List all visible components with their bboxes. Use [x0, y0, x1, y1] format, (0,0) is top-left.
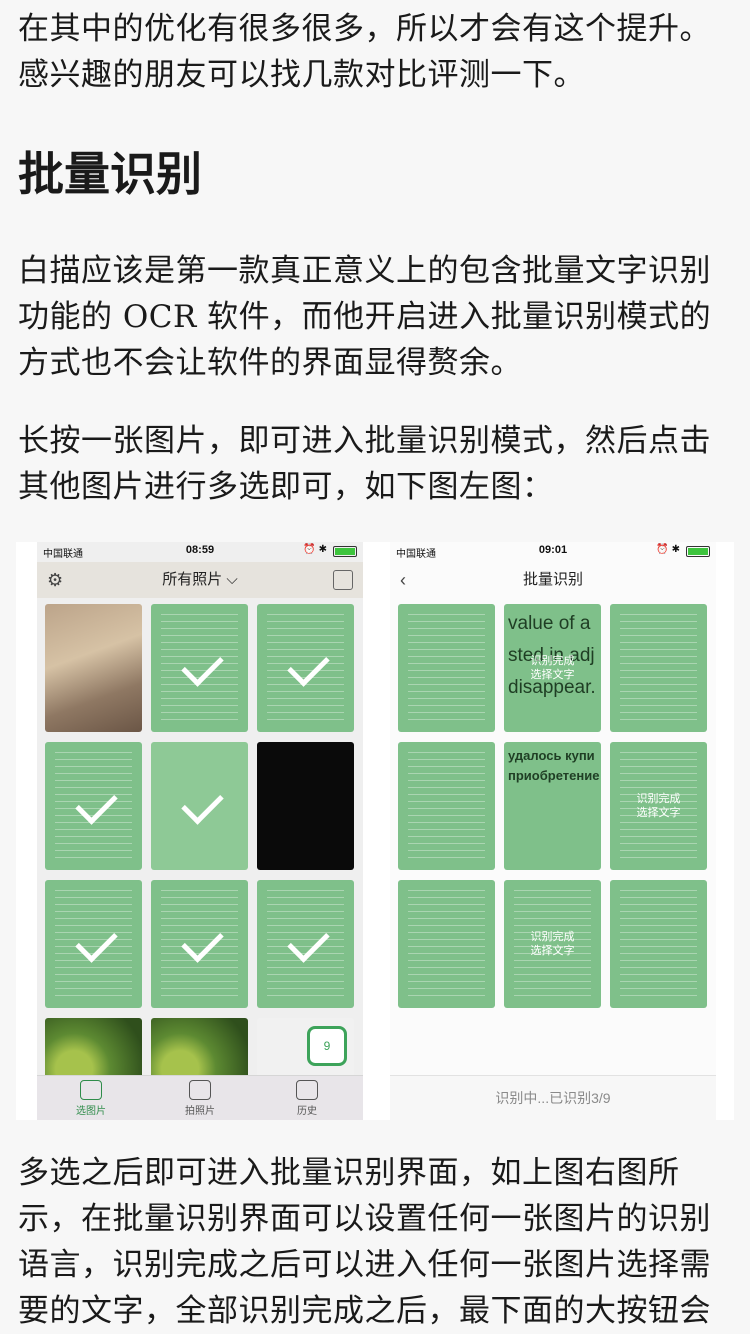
- article-paragraph-2: 白描应该是第一款真正意义上的包含批量文字识别功能的 OCR 软件，而他开启进入批…: [18, 253, 712, 381]
- battery-icon: [333, 546, 357, 557]
- batch-navbar: ‹ 批量识别: [390, 562, 716, 598]
- tab-label: 拍照片: [185, 1106, 215, 1117]
- tab-take-photo[interactable]: 拍照片: [160, 1080, 240, 1117]
- done-overlay: 识别完成 选择文字: [636, 793, 681, 819]
- photo-thumb-selected[interactable]: [151, 880, 248, 1008]
- photo-thumb-selected[interactable]: [151, 604, 248, 732]
- camera-icon: [189, 1080, 211, 1100]
- photo-icon: [80, 1080, 102, 1100]
- settings-gear-icon[interactable]: ⚙: [47, 562, 63, 598]
- photo-thumb-selected[interactable]: [151, 742, 248, 870]
- alarm-bluetooth-icons: ⏰ ✱: [656, 544, 680, 555]
- photo-thumb[interactable]: [257, 742, 354, 870]
- photo-thumb[interactable]: [45, 604, 142, 732]
- batch-item[interactable]: [398, 742, 495, 870]
- batch-item[interactable]: 识别完成 选择文字: [610, 742, 707, 870]
- batch-item[interactable]: 识别完成 选择文字: [504, 880, 601, 1008]
- status-bar: 中国联通 09:01 ⏰ ✱: [390, 542, 716, 560]
- checkmark-icon: [180, 782, 224, 825]
- batch-item[interactable]: [610, 880, 707, 1008]
- tab-history[interactable]: 历史: [267, 1080, 347, 1117]
- batch-title: 批量识别: [522, 571, 583, 588]
- photo-thumb-selected[interactable]: [257, 880, 354, 1008]
- article-paragraph-4: 多选之后即可进入批量识别界面，如上图右图所示，在批量识别界面可以设置任何一张图片…: [18, 1155, 711, 1329]
- batch-item[interactable]: [610, 604, 707, 732]
- batch-item[interactable]: [398, 880, 495, 1008]
- batch-item[interactable]: [398, 604, 495, 732]
- battery-icon: [686, 546, 710, 557]
- chevron-down-icon[interactable]: ⌵: [222, 571, 237, 588]
- album-title[interactable]: 所有照片: [162, 571, 222, 588]
- tab-label: 选图片: [76, 1106, 106, 1117]
- article-paragraph-3: 长按一张图片，即可进入批量识别模式，然后点击其他图片进行多选即可，如下图左图：: [18, 423, 711, 505]
- recognized-text-preview: удалось купи приобретение отн: [508, 748, 601, 783]
- photo-thumb-selected[interactable]: [257, 604, 354, 732]
- photo-thumb-selected[interactable]: [45, 742, 142, 870]
- batch-item[interactable]: value of a sted in adj disappear. 识别完成 选择…: [504, 604, 601, 732]
- tab-bar: 选图片 拍照片 历史: [37, 1075, 363, 1120]
- status-bar: 中国联通 08:59 ⏰ ✱: [37, 542, 363, 560]
- batch-item[interactable]: удалось купи приобретение отн: [504, 742, 601, 870]
- tab-pick-photo[interactable]: 选图片: [51, 1080, 131, 1117]
- gallery-icon[interactable]: [333, 570, 353, 590]
- right-phone-screenshot: 中国联通 09:01 ⏰ ✱ ‹ 批量识别 value of a sted in…: [390, 542, 716, 1120]
- done-overlay: 识别完成 选择文字: [530, 931, 575, 957]
- photos-navbar: ⚙ 所有照片 ⌵: [37, 562, 363, 598]
- article-paragraph-1: 在其中的优化有很多很多，所以才会有这个提升。感兴趣的朋友可以找几款对比评测一下。: [18, 11, 711, 93]
- batch-progress-button[interactable]: 识别中...已识别3/9: [390, 1075, 716, 1120]
- tab-label: 历史: [297, 1106, 317, 1117]
- alarm-bluetooth-icons: ⏰ ✱: [303, 544, 327, 555]
- back-chevron-icon[interactable]: ‹: [400, 562, 406, 598]
- left-phone-screenshot: 中国联通 08:59 ⏰ ✱ ⚙ 所有照片 ⌵ 9 选图片 拍照片 历史: [37, 542, 363, 1120]
- section-heading: 批量识别: [18, 147, 202, 201]
- done-overlay: 识别完成 选择文字: [530, 655, 575, 681]
- history-icon: [296, 1080, 318, 1100]
- photo-thumb-selected[interactable]: [45, 880, 142, 1008]
- screenshot-figure: 中国联通 08:59 ⏰ ✱ ⚙ 所有照片 ⌵ 9 选图片 拍照片 历史 中国联…: [16, 542, 734, 1120]
- selected-count-badge[interactable]: 9: [307, 1026, 347, 1066]
